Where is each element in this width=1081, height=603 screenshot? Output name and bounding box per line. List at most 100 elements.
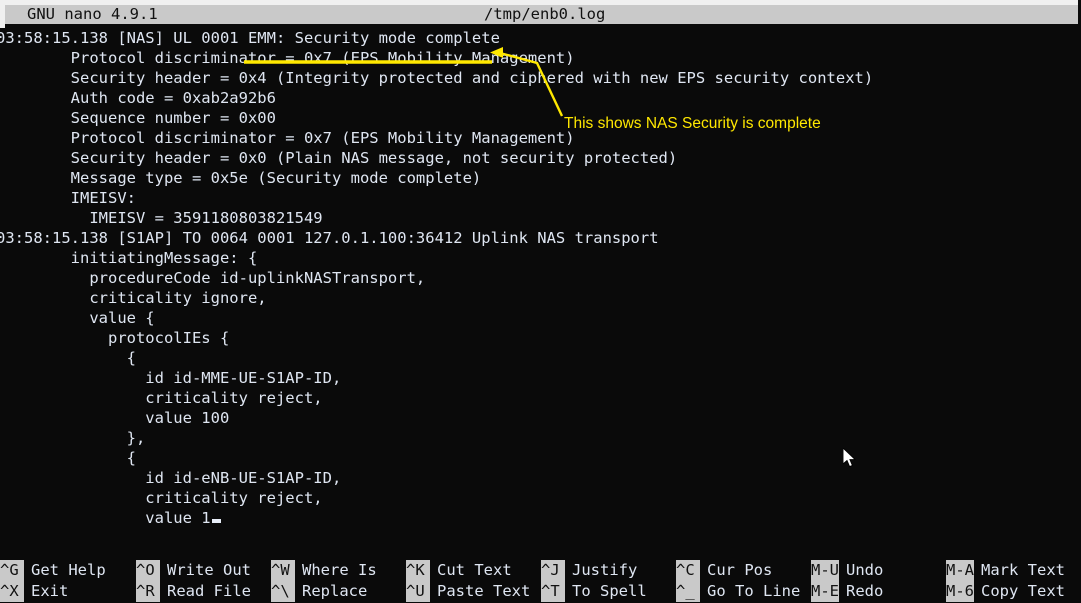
shortcut-label: Copy Text [981, 582, 1065, 600]
shortcut-key: ^G [0, 560, 24, 581]
shortcut-key: M-6 [946, 581, 974, 602]
mouse-cursor [843, 448, 857, 468]
shortcut-label: Read File [167, 582, 251, 600]
shortcut-item-get-help[interactable]: ^G Get Help [0, 560, 106, 581]
editor-line-text: value 1 [0, 509, 211, 527]
shortcut-label: Undo [846, 561, 884, 579]
shortcut-label: Go To Line [707, 582, 801, 600]
editor-line-text: Protocol discriminator = 0x7 (EPS Mobili… [0, 129, 575, 147]
shortcut-key: ^W [271, 560, 295, 581]
shortcut-item-undo[interactable]: M-U Undo [811, 560, 883, 581]
editor-line: }, [0, 428, 1078, 448]
editor-line: protocolIEs { [0, 328, 1078, 348]
shortcut-item-redo[interactable]: M-E Redo [811, 581, 883, 602]
editor-line: procedureCode id-uplinkNASTransport, [0, 268, 1078, 288]
titlebar-app-name: GNU nano 4.9.1 [27, 5, 158, 23]
titlebar-filename: /tmp/enb0.log [484, 5, 606, 23]
editor-line-text: value { [0, 309, 155, 327]
editor-line-text: criticality ignore, [0, 289, 267, 307]
editor-line-text: }, [0, 429, 146, 447]
shortcut-column: ^O Write Out ^R Read File [136, 560, 251, 603]
nano-editor-window: GNU nano 4.9.1 /tmp/enb0.log 03:58:15.13… [0, 0, 1081, 603]
editor-line: IMEISV: [0, 188, 1078, 208]
shortcut-key: M-E [811, 581, 839, 602]
editor-line: id id-MME-UE-S1AP-ID, [0, 368, 1078, 388]
shortcut-item-copy-text[interactable]: M-6 Copy Text [946, 581, 1065, 602]
editor-line-text: protocolIEs { [0, 329, 230, 347]
shortcut-column: ^J Justify ^T To Spell [541, 560, 647, 603]
shortcut-item-exit[interactable]: ^X Exit [0, 581, 106, 602]
editor-line-text: Security header = 0x0 (Plain NAS message… [0, 149, 678, 167]
shortcut-label: Where Is [302, 561, 377, 579]
editor-line: Sequence number = 0x00 [0, 108, 1078, 128]
shortcut-key: ^X [0, 581, 24, 602]
shortcut-key: M-A [946, 560, 974, 581]
shortcut-label: Redo [846, 582, 884, 600]
editor-line-text: Auth code = 0xab2a92b6 [0, 89, 276, 107]
editor-line: IMEISV = 3591180803821549 [0, 208, 1078, 228]
editor-line: 03:58:15.138 [NAS] UL 0001 EMM: Security… [0, 28, 1078, 48]
editor-line-text: IMEISV: [0, 189, 136, 207]
editor-line-text: IMEISV = 3591180803821549 [0, 209, 323, 227]
shortcut-label: To Spell [572, 582, 647, 600]
editor-line: value { [0, 308, 1078, 328]
editor-line: { [0, 448, 1078, 468]
shortcut-label: Replace [302, 582, 368, 600]
shortcut-label: Get Help [31, 561, 106, 579]
shortcut-key: ^O [136, 560, 160, 581]
shortcut-item-where-is[interactable]: ^W Where Is [271, 560, 377, 581]
editor-line-text: id id-eNB-UE-S1AP-ID, [0, 469, 342, 487]
shortcut-column: ^C Cur Pos ^_ Go To Line [676, 560, 800, 603]
editor-line-text: procedureCode id-uplinkNASTransport, [0, 269, 426, 287]
editor-line-text: Sequence number = 0x00 [0, 109, 276, 127]
shortcut-item-write-out[interactable]: ^O Write Out [136, 560, 251, 581]
editor-line-text: initiatingMessage: { [0, 249, 258, 267]
shortcut-column: M-A Mark Text M-6 Copy Text [946, 560, 1065, 603]
editor-line: criticality reject, [0, 388, 1078, 408]
editor-text-area[interactable]: 03:58:15.138 [NAS] UL 0001 EMM: Security… [0, 28, 1078, 556]
shortcut-label: Justify [572, 561, 638, 579]
shortcut-item-cur-pos[interactable]: ^C Cur Pos [676, 560, 800, 581]
shortcut-label: Exit [31, 582, 69, 600]
shortcut-item-justify[interactable]: ^J Justify [541, 560, 647, 581]
shortcut-key: ^C [676, 560, 700, 581]
shortcut-label: Write Out [167, 561, 251, 579]
editor-line: value 100 [0, 408, 1078, 428]
editor-line-text: Protocol discriminator = 0x7 (EPS Mobili… [0, 49, 575, 67]
text-cursor [211, 519, 221, 523]
editor-line: 03:58:15.138 [S1AP] TO 0064 0001 127.0.1… [0, 228, 1078, 248]
editor-line: Security header = 0x4 (Integrity protect… [0, 68, 1078, 88]
shortcut-bar: ^G Get Help ^X Exit ^O Write Out ^R Read File ^W… [0, 560, 1081, 603]
shortcut-key: ^J [541, 560, 565, 581]
shortcut-column: M-U Undo M-E Redo [811, 560, 883, 603]
shortcut-item-to-spell[interactable]: ^T To Spell [541, 581, 647, 602]
shortcut-item-paste-text[interactable]: ^U Paste Text [406, 581, 530, 602]
shortcut-item-replace[interactable]: ^\ Replace [271, 581, 377, 602]
editor-line-text: 03:58:15.138 [NAS] UL 0001 EMM: Security… [0, 29, 500, 47]
shortcut-label: Cur Pos [707, 561, 773, 579]
shortcut-label: Paste Text [437, 582, 531, 600]
shortcut-item-cut-text[interactable]: ^K Cut Text [406, 560, 530, 581]
titlebar: GNU nano 4.9.1 /tmp/enb0.log [5, 5, 1078, 24]
shortcut-key: ^R [136, 581, 160, 602]
shortcut-item-mark-text[interactable]: M-A Mark Text [946, 560, 1065, 581]
editor-line: Protocol discriminator = 0x7 (EPS Mobili… [0, 128, 1078, 148]
editor-line: initiatingMessage: { [0, 248, 1078, 268]
editor-line: Protocol discriminator = 0x7 (EPS Mobili… [0, 48, 1078, 68]
editor-line-text: Message type = 0x5e (Security mode compl… [0, 169, 482, 187]
editor-line: Message type = 0x5e (Security mode compl… [0, 168, 1078, 188]
editor-line: id id-eNB-UE-S1AP-ID, [0, 468, 1078, 488]
shortcut-item-go-to-line[interactable]: ^_ Go To Line [676, 581, 800, 602]
shortcut-label: Mark Text [981, 561, 1065, 579]
shortcut-key: ^\ [271, 581, 295, 602]
editor-line-text: criticality reject, [0, 489, 323, 507]
shortcut-key: M-U [811, 560, 839, 581]
annotation-label: This shows NAS Security is complete [564, 115, 821, 132]
shortcut-key: ^U [406, 581, 430, 602]
editor-line-text: Security header = 0x4 (Integrity protect… [0, 69, 874, 87]
editor-line: { [0, 348, 1078, 368]
shortcut-item-read-file[interactable]: ^R Read File [136, 581, 251, 602]
editor-line-text: id id-MME-UE-S1AP-ID, [0, 369, 342, 387]
editor-line: Security header = 0x0 (Plain NAS message… [0, 148, 1078, 168]
editor-line-text: value 100 [0, 409, 230, 427]
